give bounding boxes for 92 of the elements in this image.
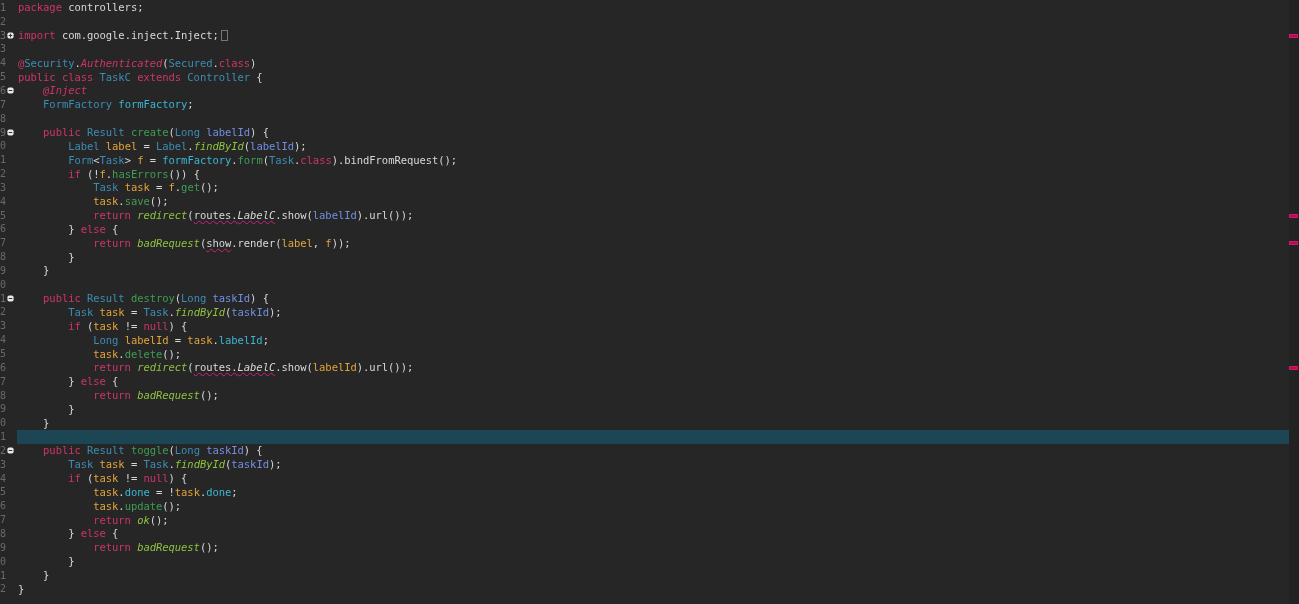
collapse-icon[interactable] [7, 87, 14, 95]
code-line: public Result create(Long labelId) { [42, 126, 269, 139]
collapse-icon[interactable] [7, 295, 14, 303]
line-number: 5 [0, 209, 7, 222]
code-line: return ok(); [92, 513, 169, 527]
code-line: @Security.Authenticated(Secured.class) [18, 56, 257, 70]
line-number: 2 [0, 306, 7, 319]
line-number: 4 [0, 195, 7, 208]
error-marker[interactable] [1289, 365, 1298, 370]
line-number: 4 [0, 57, 7, 70]
code-line: FormFactory formFactory; [42, 98, 194, 112]
line-number: 6 [0, 223, 7, 236]
line-number: 8 [0, 389, 7, 402]
line-number: 2 [0, 15, 7, 28]
code-line: } [42, 264, 50, 278]
line-number: 5 [0, 348, 7, 360]
code-line: } [42, 416, 50, 430]
line-number: 8 [0, 528, 7, 540]
line-number: 0 [0, 140, 7, 153]
line-number: 1 [0, 292, 7, 305]
code-line: task.save(); [92, 195, 169, 209]
code-line: Task task = Task.findById(taskId); [67, 306, 282, 319]
line-number: 0 [0, 555, 7, 568]
code-line: } else { [67, 222, 119, 236]
code-line: } [67, 250, 75, 264]
expand-icon[interactable] [7, 32, 14, 40]
code-line: } [18, 582, 25, 596]
line-number: 1 [0, 569, 7, 582]
collapse-icon[interactable] [7, 129, 14, 136]
code-line: Long labelId = task.labelId; [92, 333, 269, 347]
code-line: } else { [67, 527, 119, 541]
line-number: 1 [0, 431, 7, 444]
code-line: task.done = !task.done; [92, 485, 238, 499]
line-number: 0 [0, 417, 7, 430]
code-line: Form<Task> f = formFactory.form(Task.class).bindFromRequest(); [67, 153, 458, 167]
code-line: return badRequest(show.render(label, f)); [92, 236, 351, 250]
code-line: if (task != null) { [67, 319, 188, 333]
error-marker[interactable] [1289, 213, 1298, 218]
code-line: return redirect(routes.LabelC.show(labelId).url()); [92, 361, 414, 375]
line-number: 8 [0, 251, 7, 264]
line-number: 2 [0, 168, 7, 181]
line-number: 9 [0, 541, 7, 554]
line-number: 7 [0, 514, 7, 527]
line-number: 0 [0, 278, 7, 291]
code-line: Task task = Task.findById(taskId); [67, 458, 282, 472]
line-number: 7 [0, 237, 7, 250]
error-marker[interactable] [1289, 33, 1298, 38]
line-number: 5 [0, 486, 7, 499]
code-line: task.update(); [92, 499, 182, 513]
folded-code-icon[interactable] [220, 30, 228, 42]
line-number: 3 [0, 43, 7, 56]
code-line: return redirect(routes.LabelC.show(labelId).url()); [92, 209, 414, 223]
code-line: public Result destroy(Long taskId) { [42, 292, 269, 306]
line-number: 9 [0, 264, 7, 277]
code-line: public Result toggle(Long taskId) { [42, 444, 263, 458]
code-line: } [67, 555, 75, 569]
line-number: 8 [0, 112, 7, 125]
code-line: } else { [67, 375, 119, 389]
line-number: 2 [0, 583, 7, 596]
line-number: 5 [0, 71, 7, 84]
line-number: 4 [0, 472, 7, 485]
collapse-icon[interactable] [7, 447, 14, 455]
code-line: task.delete(); [92, 347, 182, 361]
line-number: 4 [0, 334, 7, 347]
line-number: 3 [0, 29, 7, 42]
line-number: 9 [0, 126, 7, 139]
code-line: Task task = f.get(); [92, 181, 219, 195]
code-line: } [67, 402, 75, 416]
line-number: 6 [0, 500, 7, 513]
code-line: @Inject [42, 84, 87, 98]
line-number: 3 [0, 320, 7, 333]
error-marker[interactable] [1289, 241, 1298, 246]
line-number: 2 [0, 444, 7, 457]
code-line: return badRequest(); [92, 541, 219, 555]
line-number: 6 [0, 361, 7, 374]
line-number: 7 [0, 98, 7, 111]
line-number: 3 [0, 181, 7, 194]
code-line: import com.google.inject.Inject; [18, 29, 219, 43]
line-number: 6 [0, 85, 7, 97]
code-line: } [42, 569, 50, 582]
code-line: public class TaskC extends Controller { [18, 70, 263, 84]
code-line: return badRequest(); [92, 389, 219, 403]
line-number: 1 [0, 1, 7, 14]
overview-ruler[interactable] [1289, 0, 1299, 604]
line-number: 1 [0, 154, 7, 167]
line-number: 3 [0, 458, 7, 471]
code-line: if (task != null) { [67, 472, 188, 486]
line-number: 9 [0, 403, 7, 416]
code-line: package controllers; [18, 1, 144, 15]
code-line: Label label = Label.findById(labelId); [67, 139, 307, 153]
line-number: 7 [0, 375, 7, 388]
code-line: if (!f.hasErrors()) { [67, 167, 200, 181]
